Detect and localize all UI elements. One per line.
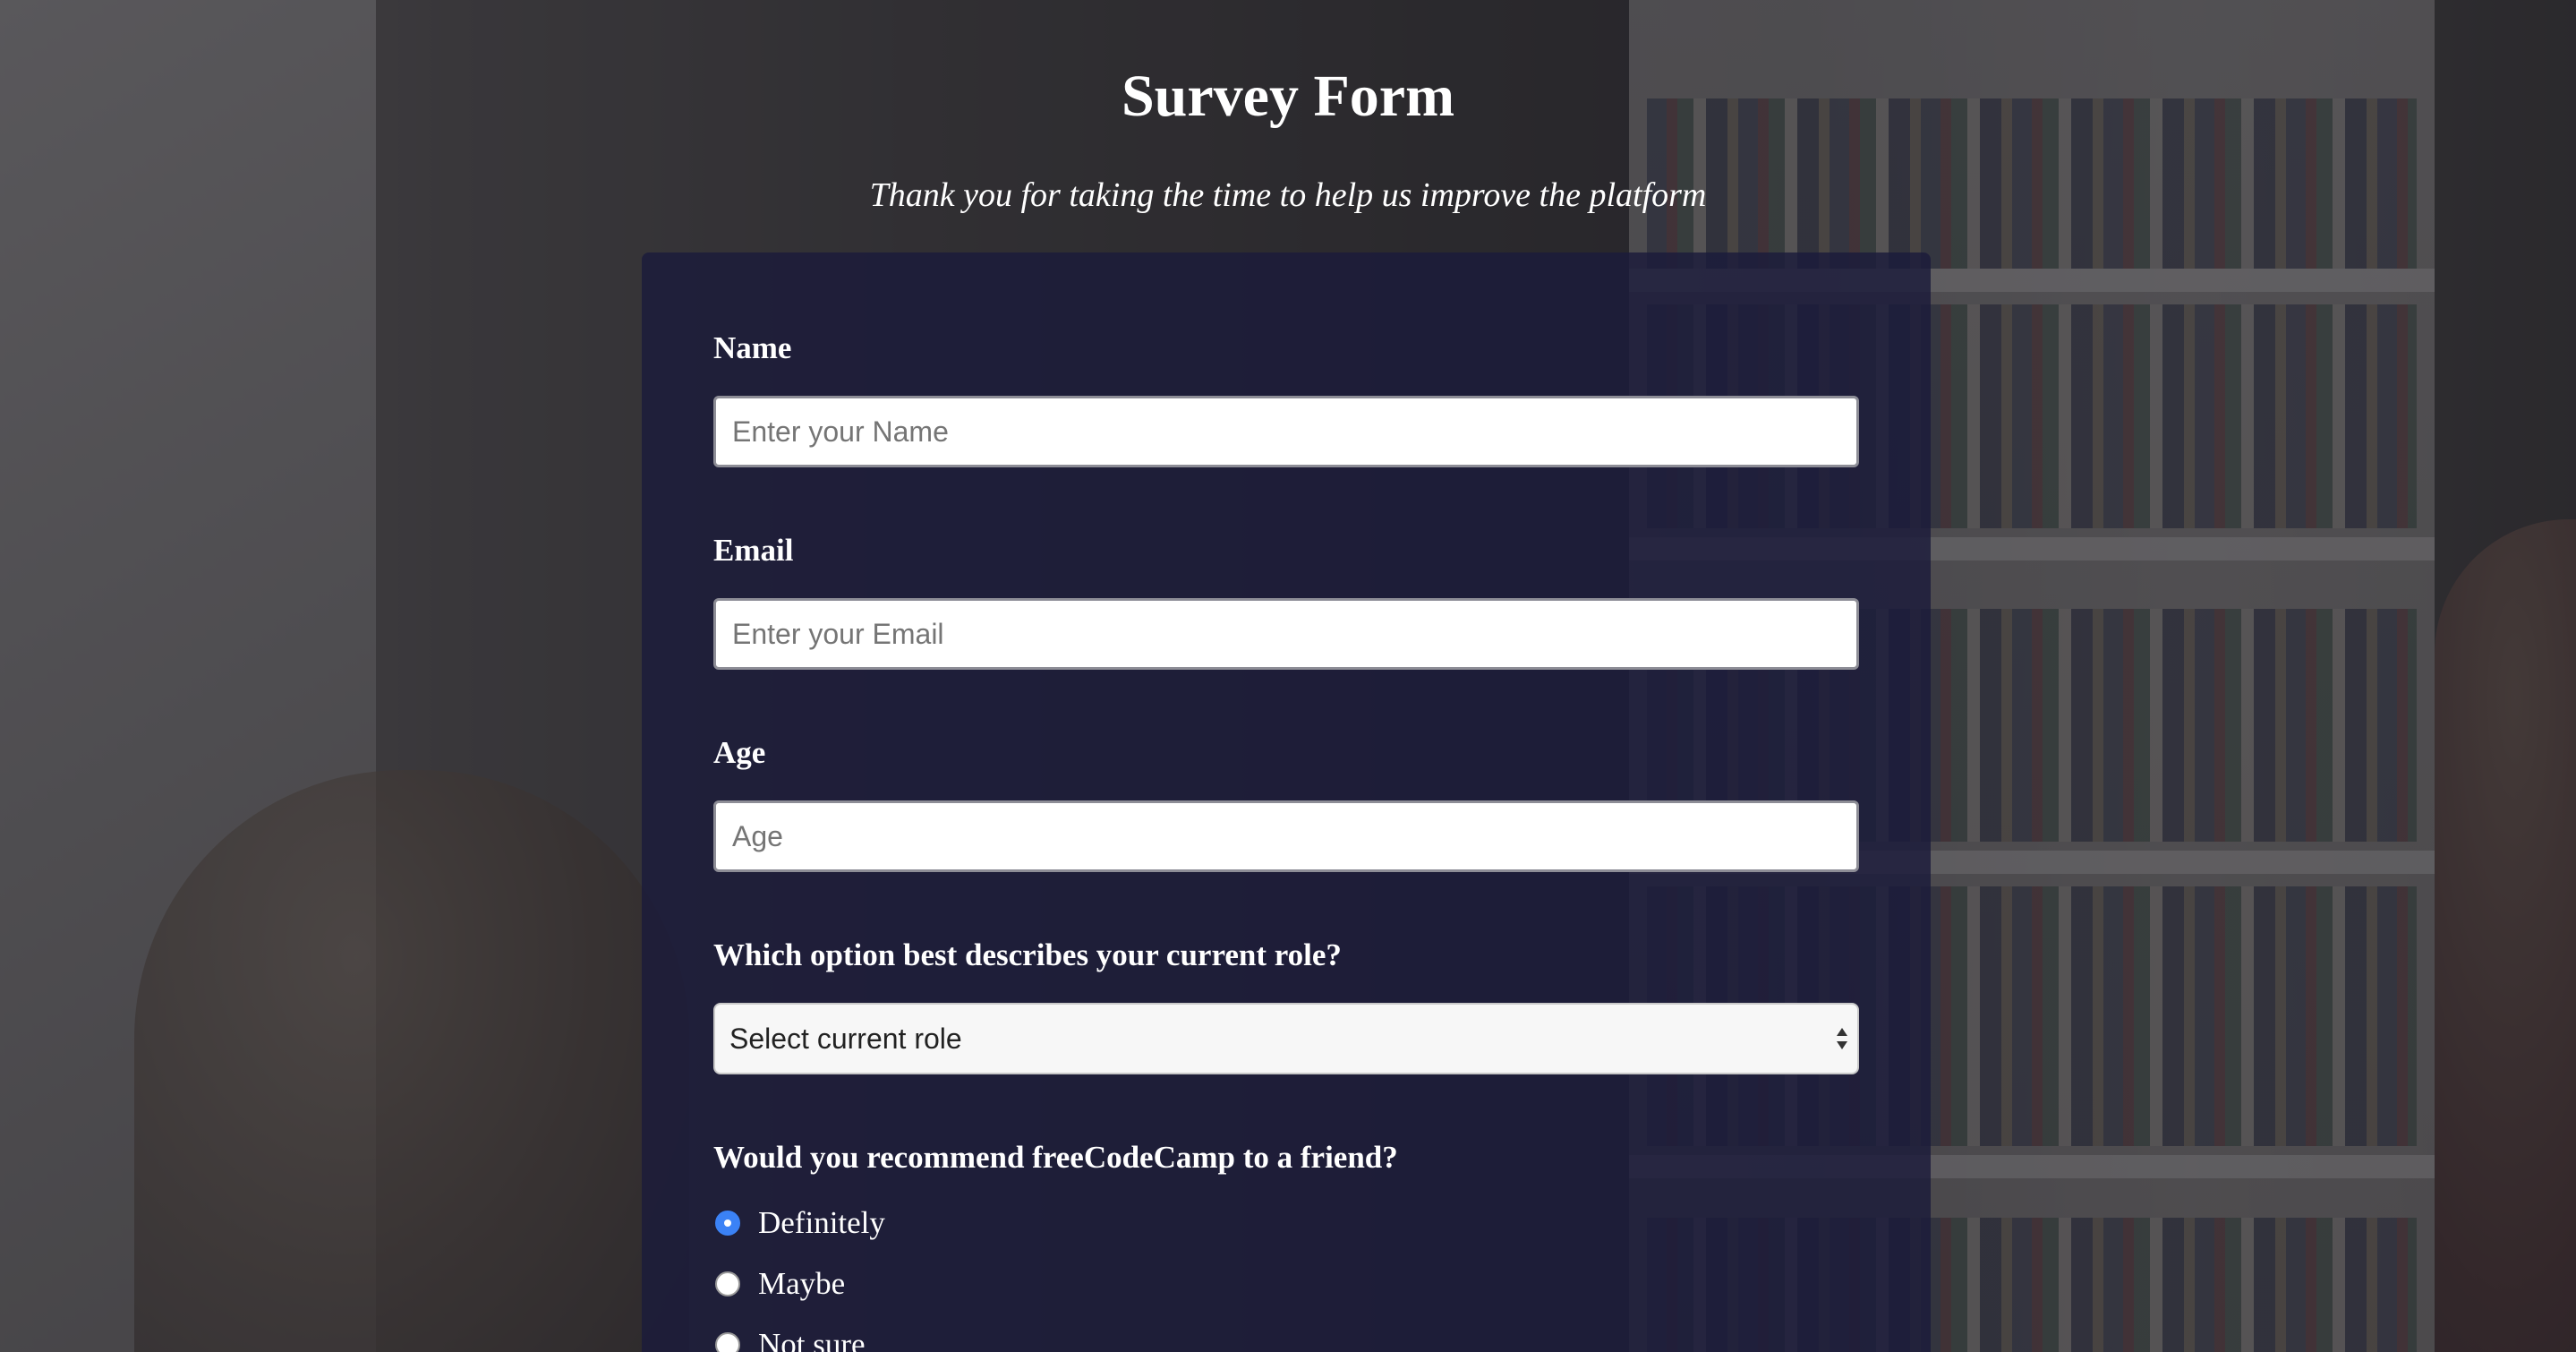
radio-label: Definitely: [758, 1205, 885, 1240]
radio-option-maybe[interactable]: Maybe: [713, 1259, 1859, 1309]
radio-button-definitely[interactable]: [715, 1211, 740, 1236]
age-label: Age: [713, 735, 766, 770]
radio-label: Maybe: [758, 1266, 846, 1301]
name-label: Name: [713, 330, 792, 365]
role-select-wrapper: Select current role: [713, 1003, 1859, 1074]
age-input[interactable]: [713, 800, 1859, 872]
survey-form: Name Email Age Which option best describ…: [642, 252, 1931, 1352]
role-select[interactable]: Select current role: [713, 1003, 1859, 1074]
page-title: Survey Form: [1121, 64, 1455, 129]
radio-button-maybe[interactable]: [715, 1271, 740, 1296]
role-label: Which option best describes your current…: [713, 937, 1342, 972]
radio-option-definitely[interactable]: Definitely: [713, 1198, 1859, 1248]
email-label: Email: [713, 533, 794, 568]
radio-label: Not sure: [758, 1327, 866, 1352]
radio-button-not-sure[interactable]: [715, 1332, 740, 1352]
recommend-label: Would you recommend freeCodeCamp to a fr…: [713, 1140, 1398, 1175]
email-input[interactable]: [713, 598, 1859, 670]
name-input[interactable]: [713, 396, 1859, 467]
page-description: Thank you for taking the time to help us…: [869, 176, 1707, 214]
radio-option-not-sure[interactable]: Not sure: [713, 1320, 1859, 1352]
